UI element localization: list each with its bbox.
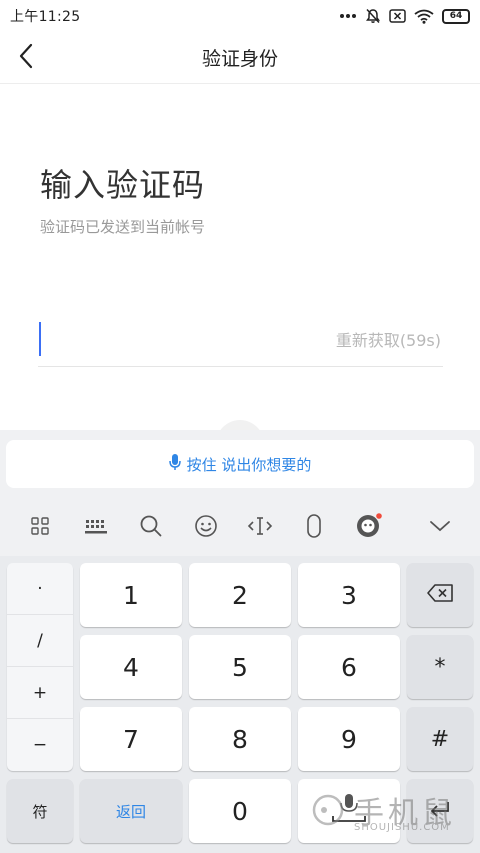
search-icon[interactable] xyxy=(133,508,169,544)
back-button[interactable] xyxy=(10,42,42,74)
key-1[interactable]: 1 xyxy=(80,563,182,627)
key-2[interactable]: 2 xyxy=(189,563,291,627)
text-cursor xyxy=(39,322,41,356)
key-hash[interactable]: # xyxy=(407,707,473,771)
microphone-icon xyxy=(168,453,181,475)
return-key[interactable]: 返回 xyxy=(80,779,182,843)
key-4[interactable]: 4 xyxy=(80,635,182,699)
status-bar: 上午11:25 64 xyxy=(0,0,480,32)
status-icons: 64 xyxy=(339,8,470,24)
symbol-key-minus[interactable]: − xyxy=(7,719,73,771)
nav-bar: 验证身份 xyxy=(0,32,480,84)
sim-x-icon xyxy=(389,9,406,23)
resend-code-button[interactable]: 重新获取(59s) xyxy=(336,327,441,351)
key-3[interactable]: 3 xyxy=(298,563,400,627)
key-8[interactable]: 8 xyxy=(189,707,291,771)
verification-code-input[interactable]: 重新获取(59s) xyxy=(38,315,443,367)
grid-icon[interactable] xyxy=(22,508,58,544)
key-7[interactable]: 7 xyxy=(80,707,182,771)
battery-indicator: 64 xyxy=(442,8,470,24)
mute-bell-icon xyxy=(365,8,381,24)
assistant-icon[interactable] xyxy=(351,508,387,544)
more-dots-icon xyxy=(339,13,357,19)
voice-input-area: 按住 说出你想要的 xyxy=(0,430,480,496)
cursor-move-icon[interactable] xyxy=(242,508,278,544)
chevron-left-icon xyxy=(18,43,34,73)
enter-icon xyxy=(428,799,452,823)
enter-key[interactable] xyxy=(407,779,473,843)
emoji-icon[interactable] xyxy=(188,508,224,544)
backspace-icon xyxy=(426,583,454,607)
heading: 输入验证码 xyxy=(40,166,206,204)
key-0[interactable]: 0 xyxy=(189,779,291,843)
keyboard-icon[interactable] xyxy=(78,508,114,544)
subtext: 验证码已发送到当前帐号 xyxy=(40,218,206,236)
collapse-icon[interactable] xyxy=(422,508,458,544)
page-title: 验证身份 xyxy=(201,48,278,70)
symbol-key-dot[interactable]: · xyxy=(7,563,73,615)
voice-input-label: 按住 说出你想要的 xyxy=(186,455,312,474)
key-9[interactable]: 9 xyxy=(298,707,400,771)
space-key[interactable] xyxy=(298,779,400,843)
ime-toolbar xyxy=(0,496,480,556)
key-5[interactable]: 5 xyxy=(189,635,291,699)
status-time: 上午11:25 xyxy=(10,9,81,25)
input-method-keyboard: 按住 说出你想要的 · / + − 1 2 3 4 5 6 * 7 8 9 # … xyxy=(0,430,480,853)
voice-input-button[interactable]: 按住 说出你想要的 xyxy=(6,440,474,488)
backspace-key[interactable] xyxy=(407,563,473,627)
symbol-column[interactable]: · / + − xyxy=(7,563,73,771)
key-asterisk[interactable]: * xyxy=(407,635,473,699)
symbol-key-plus[interactable]: + xyxy=(7,667,73,719)
wifi-icon xyxy=(414,9,434,24)
key-6[interactable]: 6 xyxy=(298,635,400,699)
symbol-mode-key[interactable]: 符 xyxy=(7,779,73,843)
symbol-key-slash[interactable]: / xyxy=(7,615,73,667)
microphone-icon[interactable] xyxy=(296,508,332,544)
space-mic-icon xyxy=(321,792,377,830)
